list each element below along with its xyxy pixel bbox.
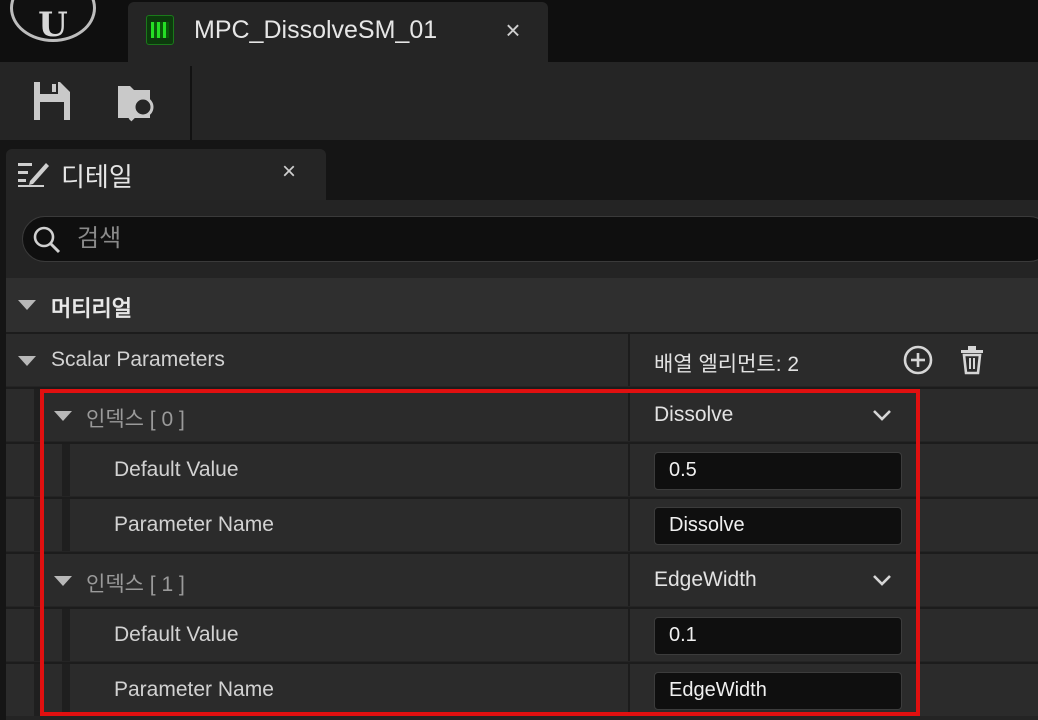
- search-input[interactable]: [77, 223, 977, 255]
- material-parameter-collection-icon: [146, 15, 174, 45]
- scalar-parameters-label: Scalar Parameters: [51, 348, 225, 371]
- scalar-parameters-row: Scalar Parameters 배열 엘리먼트: 2: [6, 332, 1038, 386]
- parameter-name-label: Parameter Name: [114, 678, 274, 701]
- close-tab-button[interactable]: ×: [498, 15, 528, 46]
- chevron-down-icon[interactable]: [870, 568, 894, 592]
- chevron-down-icon[interactable]: [870, 403, 894, 427]
- array-element-row: 인덱스 [ 0 ] Dissolve: [6, 387, 1038, 441]
- details-tab[interactable]: 디테일 ×: [6, 149, 326, 200]
- indent-guide: [34, 609, 42, 661]
- parameter-name-row: Parameter Name EdgeWidth: [6, 662, 1038, 716]
- parameter-name-row: Parameter Name Dissolve: [6, 497, 1038, 551]
- collapse-arrow-icon[interactable]: [18, 356, 36, 366]
- element-index-label: 인덱스 [ 1 ]: [86, 573, 185, 596]
- indent-guide: [62, 444, 70, 496]
- element-name-value: EdgeWidth: [654, 568, 757, 591]
- indent-guide: [34, 499, 42, 551]
- array-element-count: 배열 엘리먼트: 2: [654, 353, 800, 376]
- toolbar-separator: [190, 66, 192, 140]
- details-tab-title: 디테일: [61, 162, 133, 192]
- toolbar: [0, 62, 1038, 140]
- search-icon: [33, 226, 61, 254]
- element-index-label: 인덱스 [ 0 ]: [86, 408, 185, 431]
- indent-guide: [34, 664, 42, 716]
- default-value-row: Default Value 0.5: [6, 442, 1038, 496]
- title-bar: MPC_DissolveSM_01 ×: [0, 0, 1038, 62]
- category-header-material[interactable]: 머티리얼: [6, 278, 1038, 332]
- asset-tab-title: MPC_DissolveSM_01: [194, 16, 438, 44]
- parameter-name-input[interactable]: Dissolve: [654, 507, 902, 545]
- element-name-value: Dissolve: [654, 403, 734, 426]
- indent-guide: [62, 499, 70, 551]
- parameter-name-input[interactable]: EdgeWidth: [654, 672, 902, 710]
- indent-guide: [34, 554, 42, 606]
- delete-all-trash-icon[interactable]: [956, 344, 988, 376]
- collapse-arrow-icon[interactable]: [18, 300, 36, 310]
- collapse-arrow-icon[interactable]: [54, 576, 72, 586]
- asset-tab[interactable]: MPC_DissolveSM_01 ×: [128, 2, 548, 62]
- default-value-label: Default Value: [114, 623, 239, 646]
- category-title: 머티리얼: [51, 296, 132, 321]
- indent-guide: [62, 664, 70, 716]
- indent-guide: [34, 389, 42, 441]
- folder-search-icon: [118, 86, 154, 122]
- default-value-input[interactable]: 0.5: [654, 452, 902, 490]
- default-value-label: Default Value: [114, 458, 239, 481]
- add-element-icon[interactable]: [902, 344, 934, 376]
- unreal-logo-icon[interactable]: [10, 0, 96, 42]
- default-value-input[interactable]: 0.1: [654, 617, 902, 655]
- collapse-arrow-icon[interactable]: [54, 411, 72, 421]
- parameter-name-label: Parameter Name: [114, 513, 274, 536]
- indent-guide: [62, 609, 70, 661]
- array-element-row: 인덱스 [ 1 ] EdgeWidth: [6, 552, 1038, 606]
- indent-guide: [34, 444, 42, 496]
- search-box[interactable]: [22, 216, 1038, 262]
- close-details-button[interactable]: ×: [274, 158, 304, 186]
- save-button[interactable]: [26, 78, 76, 124]
- browse-to-asset-button[interactable]: [112, 78, 162, 124]
- pencil-details-icon: [18, 163, 49, 187]
- floppy-disk-icon: [34, 82, 70, 120]
- default-value-row: Default Value 0.1: [6, 607, 1038, 661]
